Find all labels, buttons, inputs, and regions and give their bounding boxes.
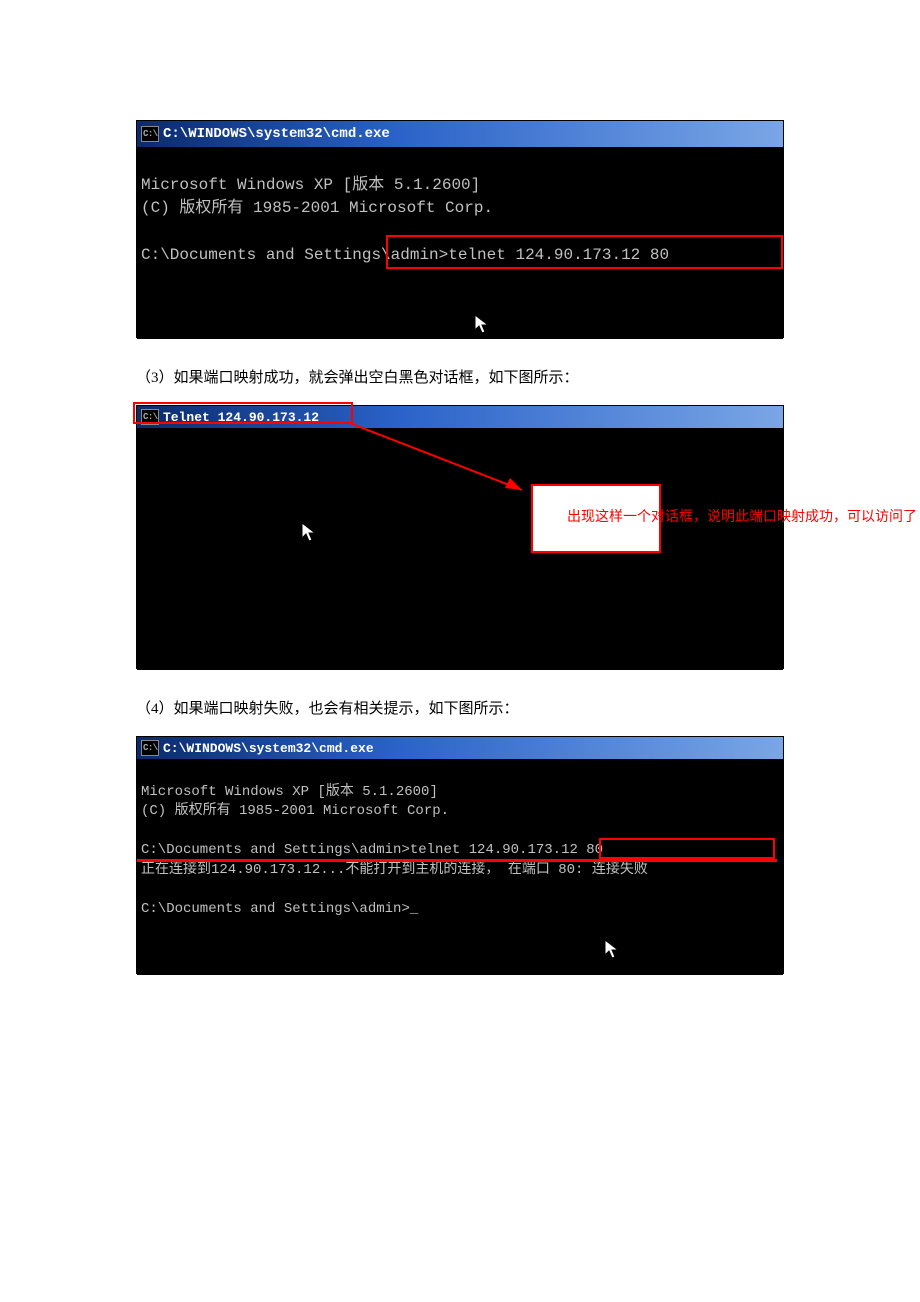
entered-command-3: telnet 124.90.173.12 80	[410, 842, 603, 858]
telnet-window: C:\ Telnet 124.90.173.12 出现这样一个对话框，说明此端口…	[136, 405, 784, 669]
text-cursor: _	[410, 901, 418, 917]
mouse-cursor-icon	[397, 291, 413, 313]
prompt-1: C:\Documents and Settings\admin>	[141, 246, 448, 264]
titlebar-1: C:\ C:\WINDOWS\system32\cmd.exe	[137, 121, 783, 147]
error-prefix: 正在连接到124.90.173.12...不能打开到主机的连接，	[141, 862, 508, 878]
caption-4: （4）如果端口映射失败，也会有相关提示，如下图所示：	[136, 697, 784, 718]
terminal-body-1[interactable]: Microsoft Windows XP [版本 5.1.2600] (C) 版…	[137, 147, 783, 339]
annotation-callout: 出现这样一个对话框，说明此端口映射成功，可以访问了 。	[531, 484, 661, 553]
titlebar-3: C:\ C:\WINDOWS\system32\cmd.exe	[137, 737, 783, 759]
prompt-3b: C:\Documents and Settings\admin>	[141, 901, 410, 917]
callout-text: 出现这样一个对话框，说明此端口映射成功，可以访问了 。	[567, 510, 920, 525]
title-text-1: C:\WINDOWS\system32\cmd.exe	[163, 126, 390, 142]
titlebar-2: C:\ Telnet 124.90.173.12	[137, 406, 783, 428]
annotation-arrow-icon	[347, 416, 537, 506]
line-copyright: (C) 版权所有 1985-2001 Microsoft Corp.	[141, 199, 493, 217]
title-text-3: C:\WINDOWS\system32\cmd.exe	[163, 741, 374, 756]
highlight-error-underline	[137, 859, 777, 862]
line-copyright-3: (C) 版权所有 1985-2001 Microsoft Corp.	[141, 803, 449, 819]
mouse-cursor-icon	[537, 919, 553, 941]
terminal-body-2[interactable]: 出现这样一个对话框，说明此端口映射成功，可以访问了 。	[137, 428, 783, 670]
error-highlight: 在端口 80: 连接失败	[508, 862, 648, 878]
entered-command-1: telnet 124.90.173.12 80	[448, 246, 669, 264]
title-text-2: Telnet 124.90.173.12	[163, 410, 319, 425]
prompt-3a: C:\Documents and Settings\admin>	[141, 842, 410, 858]
mouse-cursor-icon	[229, 500, 245, 522]
line-version: Microsoft Windows XP [版本 5.1.2600]	[141, 176, 480, 194]
terminal-body-3[interactable]: Microsoft Windows XP [版本 5.1.2600] (C) 版…	[137, 759, 783, 975]
highlight-port-fail	[599, 838, 775, 859]
cmd-icon: C:\	[141, 740, 159, 756]
cmd-window-1: C:\ C:\WINDOWS\system32\cmd.exe Microsof…	[136, 120, 784, 338]
cmd-icon: C:\	[141, 409, 159, 425]
cmd-icon: C:\	[141, 126, 159, 142]
line-version-3: Microsoft Windows XP [版本 5.1.2600]	[141, 784, 438, 800]
caption-3: （3）如果端口映射成功，就会弹出空白黑色对话框，如下图所示：	[136, 366, 784, 387]
cmd-window-3: C:\ C:\WINDOWS\system32\cmd.exe Microsof…	[136, 736, 784, 974]
